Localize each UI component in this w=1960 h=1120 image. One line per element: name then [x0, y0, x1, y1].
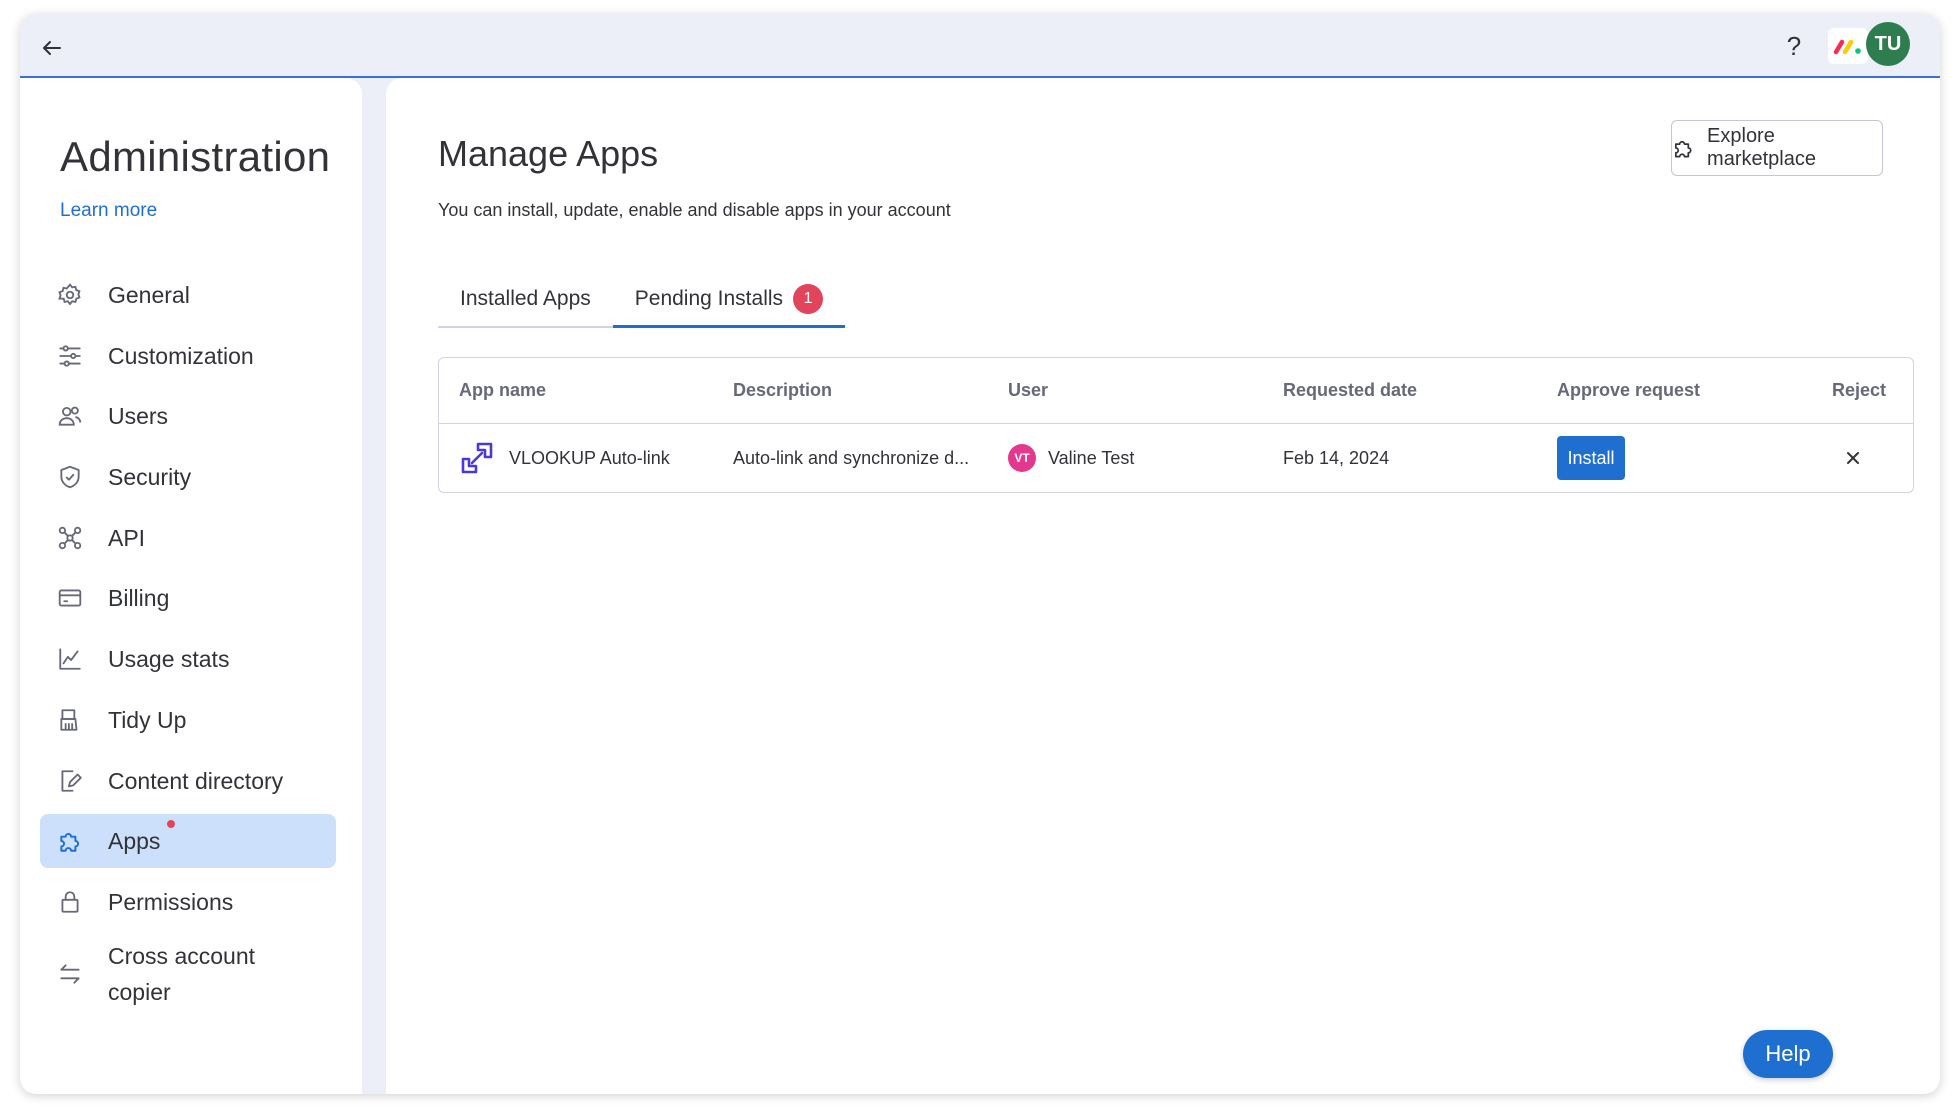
sidebar-item-api[interactable]: API [40, 511, 336, 565]
chart-icon [56, 645, 84, 673]
transfer-icon [56, 960, 84, 988]
table-header: App name Description User Requested date… [439, 358, 1913, 424]
table-row: VLOOKUP Auto-link Auto-link and synchron… [439, 424, 1913, 492]
sidebar-item-label: Users [108, 403, 169, 430]
gear-icon [56, 281, 84, 309]
tab-installed-apps[interactable]: Installed Apps [438, 272, 613, 328]
page-subtitle: You can install, update, enable and disa… [438, 200, 951, 220]
page-title: Manage Apps [438, 133, 659, 174]
sidebar-item-label: Apps [108, 828, 161, 855]
close-icon [1847, 452, 1859, 464]
help-question-button[interactable]: ? [1776, 28, 1812, 64]
explore-marketplace-label: Explore marketplace [1707, 125, 1816, 170]
sidebar-item-general[interactable]: General [40, 268, 336, 322]
column-header: Reject [1832, 380, 1887, 400]
sidebar-item-label: Content directory [108, 767, 284, 794]
requested-date-cell: Feb 14, 2024 [1283, 447, 1390, 468]
broom-icon [56, 706, 84, 734]
credit-card-icon [56, 584, 84, 612]
sidebar-title: Administration [60, 133, 331, 180]
edit-document-icon [56, 767, 84, 795]
reject-cell [1832, 424, 1868, 492]
tab-pending-installs[interactable]: Pending Installs 1 [612, 272, 846, 328]
sidebar-nav: General Customization Users Security API… [40, 268, 336, 1018]
explore-marketplace-button[interactable]: Explore marketplace [1671, 120, 1883, 176]
lock-icon [56, 888, 84, 916]
sidebar: Administration Learn more General Custom… [20, 78, 362, 1094]
help-button[interactable]: Help [1743, 1030, 1833, 1078]
column-header: User [1008, 380, 1049, 400]
sidebar-item-content-directory[interactable]: Content directory [40, 754, 336, 808]
sidebar-item-label: Permissions [108, 888, 234, 915]
top-bar: ? TU [20, 14, 1940, 78]
sidebar-item-billing[interactable]: Billing [40, 571, 336, 625]
column-header: Description [733, 380, 833, 400]
app-name-cell: VLOOKUP Auto-link [459, 424, 670, 492]
sidebar-item-label: Cross account copier [108, 942, 256, 1005]
pending-count-badge: 1 [793, 283, 824, 314]
main-content: Manage Apps You can install, update, ena… [386, 78, 1940, 1094]
tab-bar: Installed Apps Pending Installs 1 [438, 272, 846, 328]
column-header: App name [459, 380, 547, 400]
sidebar-item-customization[interactable]: Customization [40, 329, 336, 383]
sidebar-item-label: Tidy Up [108, 706, 187, 733]
arrow-left-icon [43, 41, 61, 55]
sidebar-item-usage-stats[interactable]: Usage stats [40, 632, 336, 686]
sidebar-item-apps[interactable]: Apps [40, 814, 336, 869]
monday-logo-icon[interactable] [1828, 28, 1868, 64]
notification-dot [165, 818, 177, 831]
sidebar-item-label: API [108, 524, 146, 551]
requester-avatar: VT [1008, 444, 1036, 472]
reject-button[interactable] [1838, 443, 1868, 473]
sidebar-item-users[interactable]: Users [40, 389, 336, 443]
learn-more-link[interactable]: Learn more [60, 200, 157, 222]
description-cell: Auto-link and synchronize d... [733, 447, 970, 468]
sidebar-item-cross-account-copier[interactable]: Cross account copier [40, 936, 336, 1012]
sliders-icon [56, 342, 84, 370]
install-button[interactable]: Install [1557, 436, 1625, 480]
sidebar-item-permissions[interactable]: Permissions [40, 875, 336, 929]
sidebar-item-tidy-up[interactable]: Tidy Up [40, 693, 336, 747]
app-name: VLOOKUP Auto-link [509, 447, 670, 468]
user-avatar[interactable]: TU [1866, 22, 1910, 66]
sidebar-item-label: General [108, 282, 190, 308]
column-header: Requested date [1283, 380, 1418, 400]
user-cell: VT Valine Test [1008, 424, 1134, 492]
approve-cell: Install [1557, 424, 1625, 492]
shield-icon [56, 463, 84, 491]
sidebar-item-security[interactable]: Security [40, 450, 336, 504]
app-window: ? TU Administration Learn more General C… [20, 14, 1940, 1094]
column-header: Approve request [1557, 380, 1701, 400]
tab-label: Pending Installs [634, 286, 784, 310]
tab-label: Installed Apps [460, 287, 591, 310]
requester-name: Valine Test [1048, 447, 1135, 468]
sidebar-item-label: Billing [108, 585, 170, 612]
puzzle-icon [56, 827, 84, 855]
sidebar-item-label: Customization [108, 342, 254, 369]
sidebar-item-label: Security [108, 464, 192, 491]
vlookup-app-icon [459, 440, 495, 476]
sidebar-item-label: Usage stats [108, 646, 230, 673]
api-icon [56, 524, 84, 552]
back-button[interactable] [34, 30, 70, 66]
pending-installs-table: App name Description User Requested date… [438, 357, 1914, 493]
users-icon [56, 402, 84, 430]
puzzle-icon [1674, 140, 1692, 158]
